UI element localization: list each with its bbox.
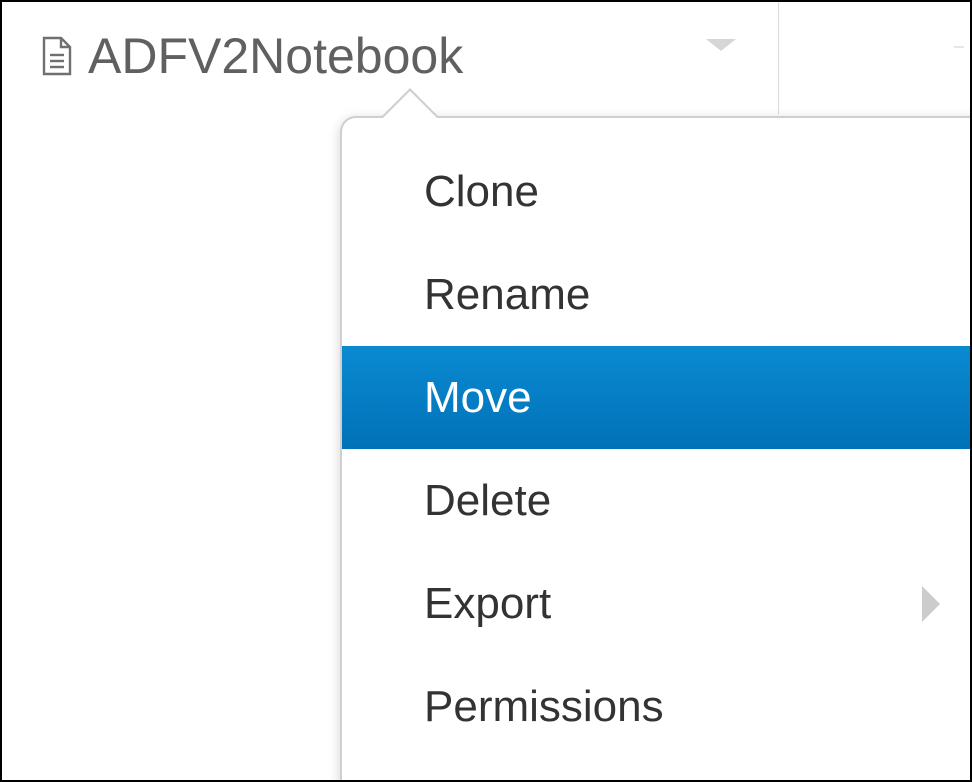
toolbar-edge: [954, 46, 964, 48]
chevron-down-icon[interactable]: [706, 39, 736, 51]
menu-item-label: Export: [424, 578, 552, 628]
chevron-right-icon: [922, 586, 940, 622]
header-divider: [778, 2, 779, 114]
menu-item-label: Delete: [424, 475, 552, 525]
menu-item-label: Clone: [424, 166, 539, 216]
app-frame: ADFV2Notebook Clone Rename Move Delete E…: [0, 0, 972, 782]
menu-item-move[interactable]: Move: [342, 346, 970, 449]
notebook-title[interactable]: ADFV2Notebook: [40, 24, 463, 88]
notebook-name: ADFV2Notebook: [88, 28, 464, 84]
menu-pointer: [382, 91, 438, 119]
notebook-header: ADFV2Notebook: [2, 2, 970, 114]
menu-item-permissions[interactable]: Permissions: [342, 655, 970, 758]
menu-item-rename[interactable]: Rename: [342, 243, 970, 346]
document-icon: [40, 35, 74, 77]
menu-list: Clone Rename Move Delete Export Permissi…: [342, 140, 970, 758]
notebook-context-menu: Clone Rename Move Delete Export Permissi…: [340, 116, 970, 780]
menu-item-label: Rename: [424, 269, 591, 319]
menu-item-label: Move: [424, 372, 532, 422]
menu-item-label: Permissions: [424, 681, 664, 731]
menu-item-delete[interactable]: Delete: [342, 449, 970, 552]
menu-item-clone[interactable]: Clone: [342, 140, 970, 243]
menu-item-export[interactable]: Export: [342, 552, 970, 655]
